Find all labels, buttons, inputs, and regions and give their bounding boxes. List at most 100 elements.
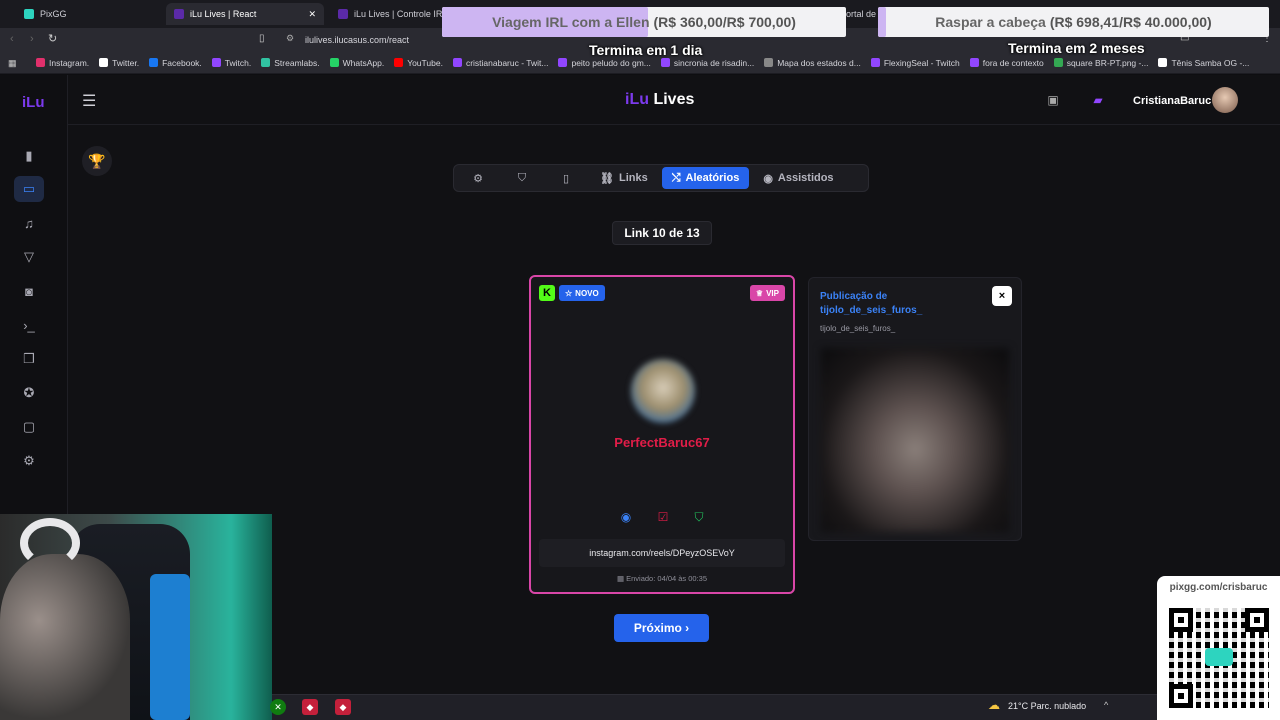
vip-badge: ♕ VIP <box>749 285 785 301</box>
gear-icon: ⚙ <box>23 453 35 468</box>
forward-icon[interactable]: › <box>30 33 34 45</box>
bookmark-map[interactable]: Mapa dos estados d... <box>764 58 861 68</box>
close-button[interactable]: × <box>992 286 1012 306</box>
app-icon[interactable]: ◆ <box>335 699 351 715</box>
goal-amount: (R$ 360,00/R$ 700,00) <box>653 14 796 30</box>
tab-aleatorios[interactable]: ⤭ Aleatórios <box>661 167 750 189</box>
ribbon-icon: ♕ <box>755 288 764 298</box>
tab-ilu-react[interactable]: iLu Lives | React ✕ <box>166 3 324 25</box>
tab-links[interactable]: ⛓ Links <box>590 167 658 189</box>
site-info-icon[interactable]: ⚙ <box>286 33 294 44</box>
bookmark-square[interactable]: square BR-PT.png -... <box>1053 58 1148 68</box>
streamer <box>0 554 130 720</box>
eye-icon[interactable]: ◉ <box>618 509 634 525</box>
bookmark-icon[interactable]: ▯ <box>259 33 265 44</box>
check-square-icon[interactable]: ☑ <box>655 509 671 525</box>
sidebar-item-music[interactable]: ♫ <box>14 210 44 236</box>
user-name[interactable]: CristianaBaruc <box>1133 95 1211 107</box>
qr-label: pixgg.com/crisbaruc <box>1169 582 1268 593</box>
youtube-icon <box>394 58 404 67</box>
brand-logo: iLu Lives <box>625 91 695 108</box>
sidebar-item-settings[interactable]: ⚙ <box>14 448 44 474</box>
bookmark-twitch[interactable]: Twitch. <box>211 58 251 68</box>
shield-icon[interactable]: ⛉ <box>691 509 707 525</box>
bookmark-streamlabs[interactable]: Streamlabs. <box>261 58 320 68</box>
tab-ilu-controle[interactable]: iLu Lives | Controle IRL <box>330 3 455 25</box>
tablet-icon: ▯ <box>562 172 570 185</box>
bookmark-twitch-channel[interactable]: cristianabaruc - Twit... <box>452 58 548 68</box>
tab-shield[interactable]: ⛉ <box>502 167 542 189</box>
qr-finder <box>1245 608 1269 632</box>
sent-date: ▦ Enviado: 04/04 às 00:35 <box>616 574 708 583</box>
sidebar-item-gift[interactable]: ❒ <box>14 346 44 372</box>
tab-label: iLu Lives | React <box>190 9 257 19</box>
preview-title[interactable]: Publicação de tijolo_de_seis_furos_ <box>820 290 970 318</box>
bookmark-instagram[interactable]: Instagram. <box>36 58 89 68</box>
sidebar-item-terminal[interactable]: ›_ <box>14 312 44 338</box>
mode-tabs: ⚙ ⛉ ▯ ⛓ Links ⤭ Aleatórios ◉ Assistidos <box>453 164 869 192</box>
preview-subtitle: tijolo_de_seis_furos_ <box>820 324 896 333</box>
sidebar-item-monitor[interactable]: ▭ <box>14 176 44 202</box>
bookmark-whatsapp[interactable]: WhatsApp. <box>329 58 384 68</box>
bookmark-clip-2[interactable]: sincronia de risadin... <box>660 58 754 68</box>
bookmark-flexingseal[interactable]: FlexingSeal - Twitch <box>870 58 960 68</box>
reload-icon[interactable]: ↻ <box>48 32 57 45</box>
whatsapp-icon <box>329 58 339 67</box>
xbox-icon[interactable]: ✕ <box>270 699 286 715</box>
tab-settings[interactable]: ⚙ <box>458 167 498 189</box>
avatar[interactable] <box>1212 87 1238 113</box>
link-card: K ☆ NOVO ♕ VIP PerfectBaruc67 ◉ ☑ ⛉ instag… <box>529 275 795 594</box>
trophy-icon: 🏆 <box>88 152 106 169</box>
bar-chart-icon: ▮ <box>25 148 33 163</box>
sidebar-item-stats[interactable]: ▮ <box>14 143 44 169</box>
star-icon: ☆ <box>565 288 573 298</box>
hamburger-menu-icon[interactable]: ☰ <box>82 91 96 111</box>
sidebar-item-award[interactable]: ✪ <box>14 380 44 406</box>
terminal-icon: ›_ <box>23 317 35 333</box>
qr-finder <box>1169 608 1193 632</box>
bookmark-twitter[interactable]: Twitter. <box>99 58 139 68</box>
drive-icon <box>1053 58 1063 67</box>
twitch-icon[interactable]: ▰ <box>1090 92 1106 108</box>
preview-image <box>821 348 1009 532</box>
calendar-icon: ▦ <box>616 574 627 583</box>
tab-tablet[interactable]: ▯ <box>546 167 586 189</box>
goal-bar-2: Raspar a cabeça (R$ 698,41/R$ 40.000,00) <box>878 7 1269 37</box>
award-icon: ✪ <box>23 385 35 400</box>
next-button[interactable]: Próximo › <box>614 614 709 642</box>
sidebar-item-camera[interactable]: ◙ <box>14 278 44 304</box>
bookmark-facebook[interactable]: Facebook. <box>149 58 202 68</box>
sender-avatar <box>631 359 695 423</box>
preview-card: Publicação de tijolo_de_seis_furos_ tijo… <box>808 277 1022 541</box>
tab-assistidos[interactable]: ◉ Assistidos <box>753 167 843 189</box>
apps-grid-icon[interactable]: ▦ <box>8 58 17 69</box>
goal-progress-fill <box>878 7 886 37</box>
sidebar-item-chat[interactable]: ▢ <box>14 414 44 440</box>
twitch-icon <box>969 58 979 67</box>
tab-label: PixGG <box>40 9 67 19</box>
sidebar-logo[interactable]: iLu <box>22 94 45 111</box>
ilu-favicon-icon <box>338 9 348 19</box>
bookmark-clip-1[interactable]: peito peludo do gm... <box>558 58 651 68</box>
pixgg-favicon-icon <box>24 9 34 19</box>
bookmark-youtube[interactable]: YouTube. <box>394 58 443 68</box>
link-url[interactable]: instagram.com/reels/DPeyzOSEVoY <box>539 539 785 567</box>
goal-title: Raspar a cabeça <box>935 14 1046 30</box>
app-icon[interactable]: ◆ <box>302 699 318 715</box>
trophy-button[interactable]: 🏆 <box>82 146 112 176</box>
puzzle-icon[interactable]: ▣ <box>1045 92 1061 108</box>
url-input[interactable]: ilulives.ilucasus.com/react <box>305 35 409 45</box>
back-icon[interactable]: ‹ <box>10 33 14 45</box>
tab-pixgg[interactable]: PixGG <box>16 3 75 25</box>
weather-widget[interactable]: 21°C Parc. nublado <box>1008 701 1086 711</box>
bookmark-fora-contexto[interactable]: fora de contexto <box>969 58 1044 68</box>
pixgg-logo <box>1205 648 1233 666</box>
camera-icon: ◙ <box>25 283 33 299</box>
close-tab-icon[interactable]: ✕ <box>308 9 316 20</box>
sidebar-item-filter[interactable]: ▽ <box>14 244 44 270</box>
bookmark-tenis[interactable]: Tênis Samba OG -... <box>1158 58 1249 68</box>
gift-icon: ❒ <box>23 351 35 366</box>
twitch-icon <box>558 58 568 67</box>
chevron-up-icon[interactable]: ^ <box>1104 700 1108 710</box>
music-icon: ♫ <box>24 215 34 231</box>
